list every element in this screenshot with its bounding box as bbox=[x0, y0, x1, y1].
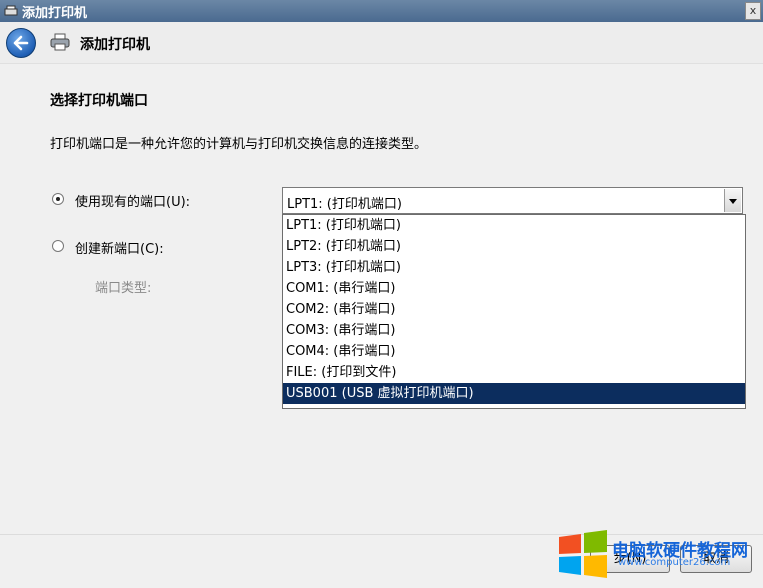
printer-icon bbox=[50, 33, 70, 51]
port-option[interactable]: LPT1: (打印机端口) bbox=[283, 215, 745, 236]
port-option[interactable]: COM3: (串行端口) bbox=[283, 320, 745, 341]
wizard-title: 添加打印机 bbox=[80, 37, 150, 53]
page-description: 打印机端口是一种允许您的计算机与打印机交换信息的连接类型。 bbox=[50, 137, 428, 152]
wizard-header: 添加打印机 bbox=[0, 22, 763, 64]
port-option[interactable]: FILE: (打印到文件) bbox=[283, 362, 745, 383]
port-type-label: 端口类型: bbox=[95, 281, 152, 296]
chevron-down-icon[interactable] bbox=[724, 189, 741, 212]
watermark-url: www.computer26.com bbox=[618, 557, 731, 568]
port-option[interactable]: COM4: (串行端口) bbox=[283, 341, 745, 362]
windows-logo-icon bbox=[557, 529, 609, 579]
existing-port-value: LPT1: (打印机端口) bbox=[287, 197, 402, 212]
port-option[interactable]: LPT2: (打印机端口) bbox=[283, 236, 745, 257]
title-bar: 添加打印机 x bbox=[0, 0, 763, 22]
page-title: 选择打印机端口 bbox=[50, 93, 148, 109]
back-arrow-icon bbox=[13, 35, 29, 51]
use-existing-port-label[interactable]: 使用现有的端口(U): bbox=[75, 191, 190, 210]
use-existing-port-radio[interactable] bbox=[52, 193, 64, 205]
port-option[interactable]: LPT3: (打印机端口) bbox=[283, 257, 745, 278]
back-button[interactable] bbox=[6, 28, 36, 58]
port-option[interactable]: COM2: (串行端口) bbox=[283, 299, 745, 320]
port-option-selected[interactable]: USB001 (USB 虚拟打印机端口) bbox=[283, 383, 745, 404]
create-new-port-label[interactable]: 创建新端口(C): bbox=[75, 238, 164, 257]
close-button[interactable]: x bbox=[745, 2, 761, 20]
existing-port-select[interactable]: LPT1: (打印机端口) bbox=[282, 187, 743, 214]
printer-app-icon bbox=[4, 5, 18, 17]
port-option[interactable]: COM1: (串行端口) bbox=[283, 278, 745, 299]
create-new-port-radio[interactable] bbox=[52, 240, 64, 252]
port-dropdown-list: LPT1: (打印机端口) LPT2: (打印机端口) LPT3: (打印机端口… bbox=[282, 214, 746, 409]
window-title: 添加打印机 bbox=[22, 5, 88, 21]
